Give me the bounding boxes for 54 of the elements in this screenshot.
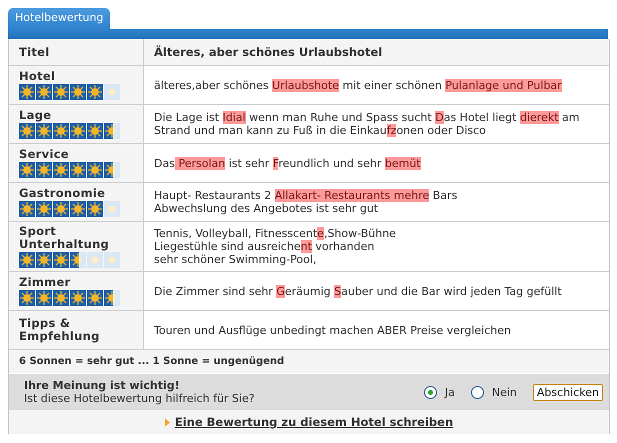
sun-icon (87, 201, 104, 217)
sun-icon (70, 123, 87, 139)
sun-icon (19, 201, 36, 217)
sun-icon (104, 201, 121, 217)
radio-option[interactable]: Nein (470, 386, 517, 398)
sun-icon (36, 162, 53, 178)
review-text: Tennis, Volleyball, Fitnesscente,Show-Bühne Liegestühle sind ausreichent vorhanden sehr schöner Swimming-Pool, (154, 227, 396, 266)
feedback-question: Ist diese Hotelbewertung hilfreich für Sie? (24, 392, 256, 405)
sun-icon (87, 252, 104, 268)
sun-icon (19, 84, 36, 100)
sun-icon (104, 84, 121, 100)
review-text: älteres,aber schönes Urlaubshote mit einer schönen Pulanlage und Pulbar (154, 78, 562, 92)
sun-icon (36, 290, 53, 306)
radio-option[interactable]: Ja (424, 386, 455, 398)
row-label: Lage (19, 109, 52, 122)
row-label: Hotel (19, 70, 56, 83)
sun-icon (53, 290, 70, 306)
sun-icon (70, 201, 87, 217)
review-text: Touren und Ausflüge unbedingt machen ABER Preise vergleichen (154, 324, 512, 336)
sun-icon (70, 84, 87, 100)
row-label: Zimmer (19, 276, 72, 289)
sun-icon (87, 84, 104, 100)
sun-icon (19, 123, 36, 139)
sun-icon (104, 290, 121, 306)
sun-icon (36, 84, 53, 100)
row-label: Tipps & Empfehlung (19, 317, 101, 343)
rating-legend: 6 Sonnen = sehr gut ... 1 Sonne = ungenügend (19, 356, 284, 367)
sun-icon (36, 252, 53, 268)
sun-icon (70, 290, 87, 306)
feedback-title: Ihre Meinung ist wichtig! (24, 379, 181, 392)
sun-icon (70, 162, 87, 178)
sun-icon (53, 84, 70, 100)
submit-button[interactable]: Abschicken (532, 384, 603, 400)
review-text: Die Lage ist Idial wenn man Ruhe und Spass sucht Das Hotel liegt dierekt am Strand und man kann zu Fuß in die Einkaufzonen oder Disco (154, 111, 580, 137)
sun-icon (36, 123, 53, 139)
sun-icon (104, 252, 121, 268)
sun-icon (19, 252, 36, 268)
row-label: Titel (19, 46, 51, 58)
sun-icon (70, 252, 87, 268)
sun-icon (104, 123, 121, 139)
review-title: Älteres, aber schönes Urlaubshotel (154, 45, 382, 59)
review-text: Die Zimmer sind sehr Geräumig Sauber und die Bar wird jeden Tag gefüllt (154, 284, 562, 298)
review-text: Haupt- Restaurants 2 Allakart- Restaurants mehre Bars Abwechslung des Angebotes ist sehr gut (154, 189, 458, 215)
arrow-icon (164, 418, 170, 426)
sun-icon (36, 201, 53, 217)
sun-icon (19, 162, 36, 178)
row-label: Sport Unterhaltung (19, 225, 110, 251)
sun-icon (53, 162, 70, 178)
sun-icon (53, 201, 70, 217)
sun-icon (53, 123, 70, 139)
sun-icon (19, 290, 36, 306)
row-label: Service (19, 148, 70, 161)
sun-icon (104, 162, 121, 178)
row-label: Gastronomie (19, 187, 106, 200)
